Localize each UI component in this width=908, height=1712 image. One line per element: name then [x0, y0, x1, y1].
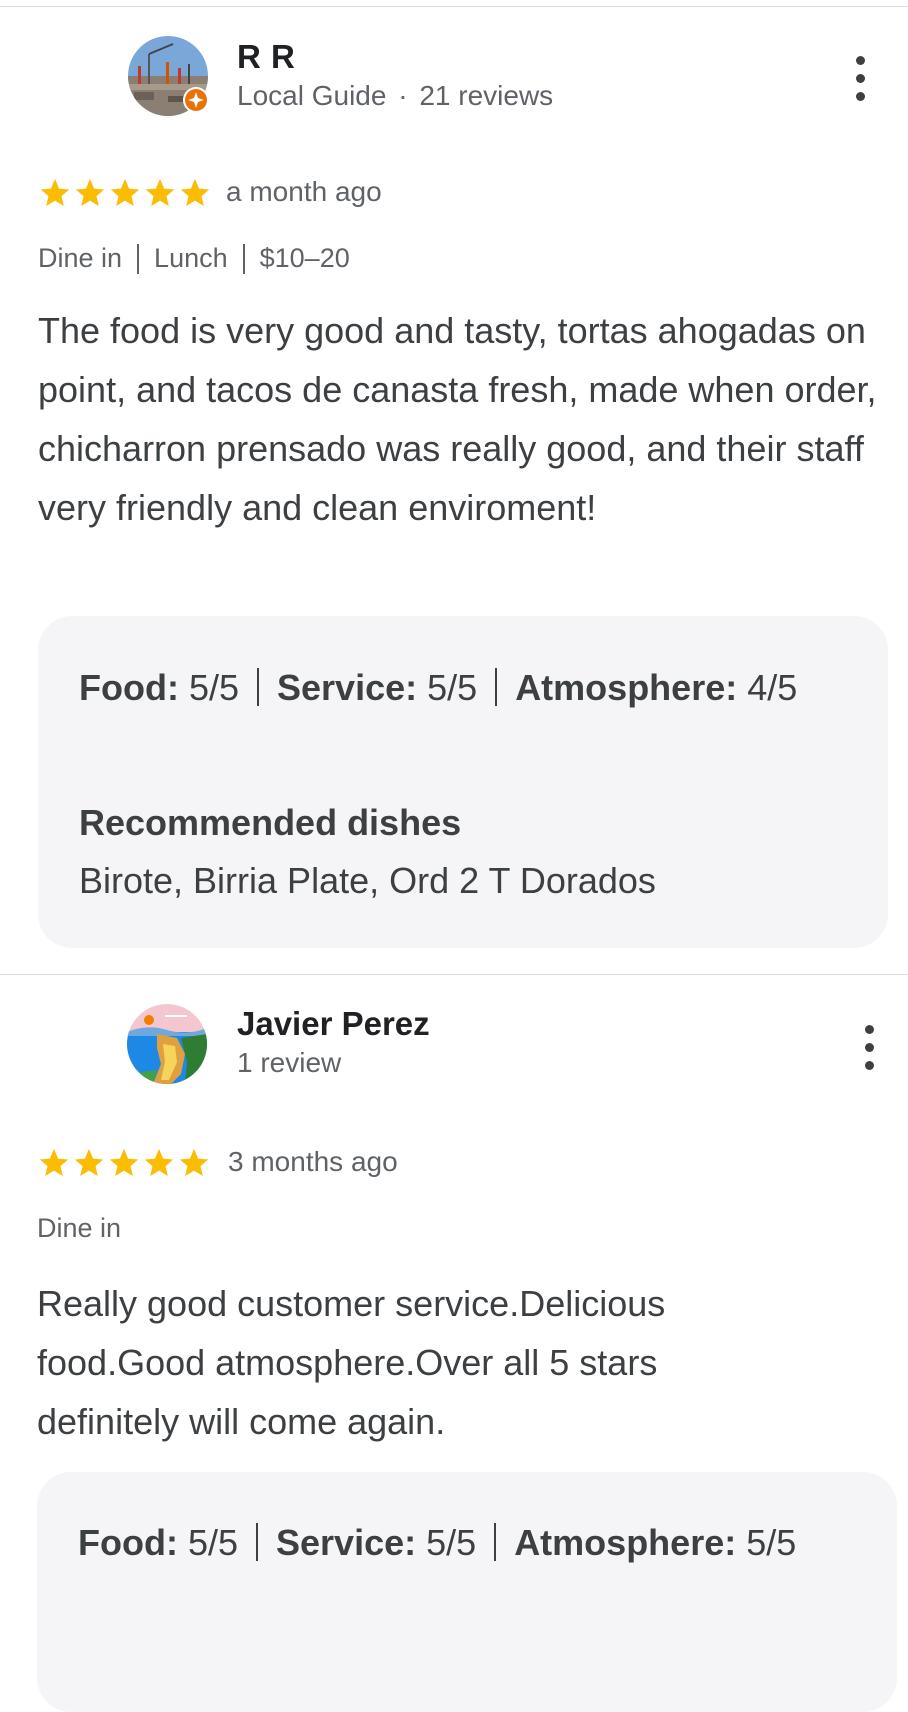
aspect-ratings: Food: 5/5 Service: 5/5 Atmosphere: 5/5	[78, 1513, 838, 1572]
aspect-ratings: Food: 5/5 Service: 5/5 Atmosphere: 4/5	[79, 658, 839, 717]
review-card: R R Local Guide · 21 reviews a month ago…	[0, 0, 908, 974]
tag-meal: Lunch	[154, 243, 228, 273]
service-value: 5/5	[426, 1522, 477, 1563]
rating-divider	[494, 1523, 497, 1561]
review-card: Javier Perez 1 review 3 months ago Dine …	[0, 975, 908, 1712]
reviewer-meta[interactable]: Local Guide · 21 reviews	[237, 80, 553, 112]
tag-price: $10–20	[259, 243, 350, 273]
service-value: 5/5	[427, 667, 478, 708]
reviewer-name[interactable]: R R	[237, 38, 295, 76]
atmosphere-label: Atmosphere:	[515, 667, 738, 708]
star-icon	[74, 1148, 104, 1177]
avatar[interactable]	[128, 36, 209, 116]
local-guide-label: Local Guide	[237, 80, 387, 111]
review-text: The food is very good and tasty, tortas …	[38, 310, 877, 528]
star-icon	[144, 1148, 174, 1177]
avatar[interactable]	[127, 1004, 207, 1084]
atmosphere-value: 5/5	[746, 1522, 797, 1563]
visit-tags: Dine in Lunch $10–20	[38, 243, 350, 274]
review-count: 21 reviews	[419, 80, 554, 111]
star-rating	[38, 176, 212, 210]
star-icon	[180, 178, 210, 207]
food-label: Food:	[78, 1522, 178, 1563]
meta-separator: ·	[398, 80, 408, 111]
local-guide-badge-icon	[183, 87, 209, 113]
rating-divider	[256, 1523, 259, 1561]
review-time: 3 months ago	[228, 1146, 398, 1177]
star-rating	[37, 1146, 211, 1180]
star-icon	[109, 1148, 139, 1177]
star-icon	[75, 178, 105, 207]
ratings-card	[37, 1472, 897, 1712]
service-label: Service:	[276, 1522, 417, 1563]
star-icon	[40, 178, 70, 207]
tag-dine-in: Dine in	[38, 243, 123, 273]
reviewer-name[interactable]: Javier Perez	[237, 1005, 430, 1043]
star-icon	[145, 178, 175, 207]
star-icon	[179, 1148, 209, 1177]
more-options-button[interactable]	[861, 1025, 877, 1071]
review-text: Really good customer service.Delicious f…	[37, 1283, 666, 1442]
review-time: a month ago	[226, 176, 382, 207]
review-count[interactable]: 1 review	[237, 1047, 341, 1079]
recommended-dishes-title: Recommended dishes	[79, 802, 462, 843]
star-icon	[110, 178, 140, 207]
more-vert-icon	[864, 1025, 874, 1034]
atmosphere-label: Atmosphere:	[514, 1522, 737, 1563]
star-icon	[39, 1148, 69, 1177]
recommended-dishes-list: Birote, Birria Plate, Ord 2 T Dorados	[79, 860, 656, 901]
avatar-illustration-coast	[127, 1004, 207, 1084]
food-value: 5/5	[187, 1522, 239, 1563]
rating-divider	[257, 668, 260, 706]
tag-divider	[137, 243, 140, 274]
visit-tags: Dine in	[37, 1213, 121, 1244]
atmosphere-value: 4/5	[747, 667, 798, 708]
rating-divider	[495, 668, 498, 706]
tag-divider	[242, 243, 245, 274]
tag-dine-in: Dine in	[37, 1213, 122, 1243]
service-label: Service:	[277, 667, 418, 708]
food-label: Food:	[79, 667, 179, 708]
more-vert-icon	[855, 56, 865, 65]
food-value: 5/5	[188, 667, 240, 708]
more-options-button[interactable]	[852, 56, 868, 102]
